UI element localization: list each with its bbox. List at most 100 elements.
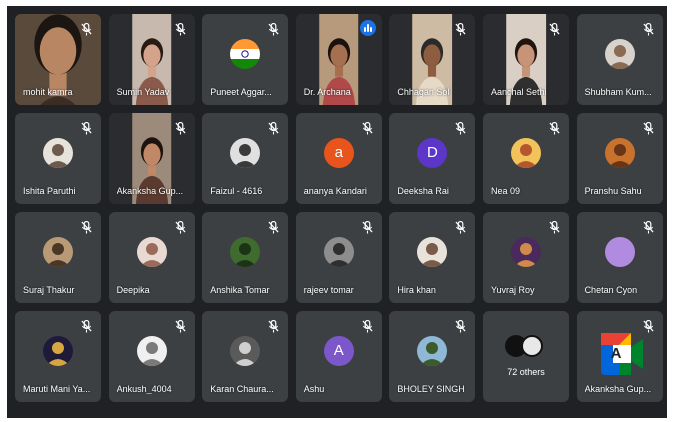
profile-photo-avatar [43, 336, 73, 367]
participant-name: Chhagan Sol [397, 87, 450, 97]
participant-tile[interactable]: A Akanksha Gup... [576, 311, 663, 402]
mic-off-icon [643, 320, 654, 333]
participant-name: ananya Kandari [303, 186, 367, 196]
participant-name: Yuvraj Roy [490, 285, 535, 295]
participant-name: BHOLEY SINGH [397, 384, 465, 394]
participant-tile[interactable]: Aanchal Sethi [482, 14, 569, 105]
participant-name: Deepika [116, 285, 150, 295]
participant-tile[interactable]: Akanksha Gup... [108, 113, 195, 204]
india-flag-avatar [230, 39, 261, 70]
participant-name: Aanchal Sethi [490, 87, 547, 97]
participant-tile[interactable]: 72 others [482, 311, 569, 402]
mic-off-icon [549, 122, 560, 135]
participant-tile[interactable]: Chhagan Sol [389, 14, 476, 105]
participant-name: Anshika Tomar [210, 285, 270, 295]
profile-photo-avatar [43, 138, 73, 169]
participant-tile[interactable]: Ishita Paruthi [15, 113, 101, 204]
others-avatar-2 [520, 335, 543, 357]
letter-avatar: a [323, 138, 354, 169]
mic-off-icon [643, 122, 654, 135]
mic-off-icon [268, 122, 279, 135]
participant-tile[interactable]: A Ashu [295, 311, 382, 402]
participant-name: Akanksha Gup... [116, 186, 184, 196]
blank-avatar [604, 237, 635, 268]
participant-tile[interactable]: Hira khan [389, 212, 476, 303]
participant-name: Karan Chaura... [210, 384, 274, 394]
participant-tile[interactable]: Dr. Archana [295, 14, 382, 105]
mic-off-icon [175, 221, 186, 234]
mic-off-icon [549, 23, 560, 36]
profile-photo-avatar [417, 336, 448, 367]
profile-photo-avatar [43, 237, 73, 268]
profile-photo-avatar [604, 138, 635, 169]
participant-name: Sumin Yadav [116, 87, 170, 97]
participant-name: Puneet Aggar... [210, 87, 272, 97]
participant-tile[interactable]: Maruti Mani Ya... [15, 311, 101, 402]
letter-avatar: D [417, 138, 448, 169]
participant-tile[interactable]: Puneet Aggar... [202, 14, 289, 105]
participant-tile[interactable]: Suraj Thakur [15, 212, 101, 303]
participant-tile[interactable]: Sumin Yadav [108, 14, 195, 105]
others-avatars [504, 335, 547, 357]
participant-tile[interactable]: Yuvraj Roy [482, 212, 569, 303]
profile-photo-avatar [230, 237, 261, 268]
profile-photo-avatar [323, 237, 354, 268]
participant-tile[interactable]: Anshika Tomar [202, 212, 289, 303]
participant-tile[interactable]: mohit kamra [15, 14, 101, 105]
mic-off-icon [455, 320, 466, 333]
profile-photo-avatar [417, 237, 448, 268]
letter-avatar: A [323, 336, 354, 367]
profile-photo-avatar [510, 138, 541, 169]
mic-off-icon [81, 221, 92, 234]
participant-name: Pranshu Sahu [584, 186, 642, 196]
participant-tile[interactable]: a ananya Kandari [295, 113, 382, 204]
mic-off-icon [455, 122, 466, 135]
participant-tile[interactable]: BHOLEY SINGH [389, 311, 476, 402]
mic-off-icon [268, 23, 279, 36]
speaking-indicator-icon [359, 20, 376, 36]
mic-off-icon [362, 221, 373, 234]
participant-tile[interactable]: Karan Chaura... [202, 311, 289, 402]
google-meet-logo-icon: A [597, 329, 647, 379]
mic-off-icon [268, 221, 279, 234]
mic-off-icon [175, 122, 186, 135]
participant-tile[interactable]: Chetan Cyon [576, 212, 663, 303]
profile-photo-avatar [510, 237, 541, 268]
participant-tile[interactable]: Shubham Kum... [576, 14, 663, 105]
participant-name: Faizul - 4616 [210, 186, 263, 196]
participant-name: Shubham Kum... [584, 87, 652, 97]
mic-off-icon [175, 320, 186, 333]
participant-grid: mohit kamra Sumin Yadav Puneet Aggar... Dr.… [15, 14, 663, 412]
profile-photo-avatar [136, 237, 167, 268]
mic-off-icon [455, 221, 466, 234]
profile-photo-avatar [230, 336, 261, 367]
participant-tile[interactable]: Ankush_4004 [108, 311, 195, 402]
mic-off-icon [175, 23, 186, 36]
mic-off-icon [362, 122, 373, 135]
participant-name: Hira khan [397, 285, 436, 295]
participant-name: mohit kamra [23, 87, 73, 97]
participant-name: Ishita Paruthi [23, 186, 76, 196]
participant-tile[interactable]: Faizul - 4616 [202, 113, 289, 204]
participant-name: Nea 09 [490, 186, 520, 196]
meeting-window: mohit kamra Sumin Yadav Puneet Aggar... Dr.… [7, 6, 667, 418]
participant-name: Deeksha Rai [397, 186, 449, 196]
meet-logo-letter: A [610, 345, 622, 362]
mic-off-icon [268, 320, 279, 333]
participant-name: Suraj Thakur [23, 285, 75, 295]
participant-name: rajeev tomar [303, 285, 354, 295]
participant-name: Maruti Mani Ya... [23, 384, 91, 394]
participant-name: Ashu [303, 384, 325, 394]
others-count-label: 72 others [507, 367, 545, 377]
mic-off-icon [81, 320, 92, 333]
mic-off-icon [81, 122, 92, 135]
profile-photo-avatar [136, 336, 167, 367]
participant-name: Akanksha Gup... [584, 384, 652, 394]
participant-name: Dr. Archana [303, 87, 351, 97]
participant-tile[interactable]: rajeev tomar [295, 212, 382, 303]
participant-name: Chetan Cyon [584, 285, 638, 295]
participant-tile[interactable]: Pranshu Sahu [576, 113, 663, 204]
participant-tile[interactable]: Deepika [108, 212, 195, 303]
participant-tile[interactable]: Nea 09 [482, 113, 569, 204]
participant-tile[interactable]: D Deeksha Rai [389, 113, 476, 204]
